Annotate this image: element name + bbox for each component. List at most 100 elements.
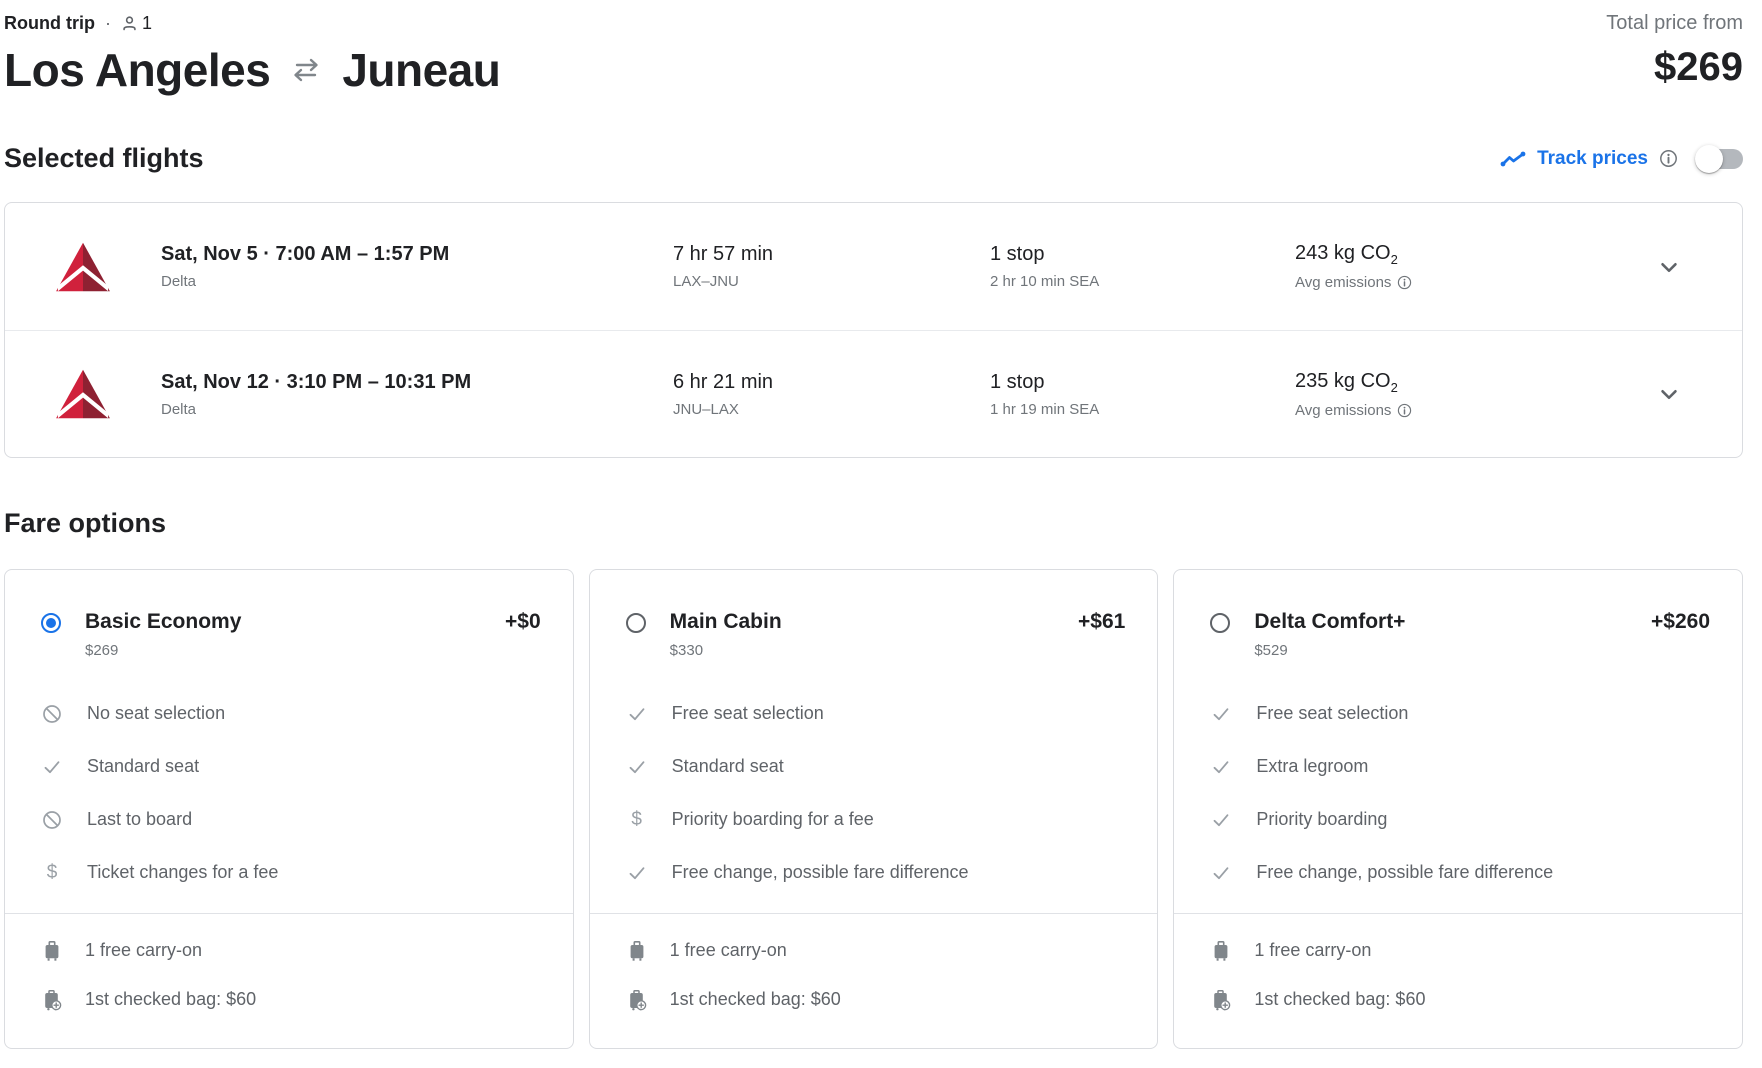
fare-options-heading: Fare options (4, 508, 167, 538)
delta-logo-icon (54, 368, 112, 420)
airline-logo-cell (5, 241, 161, 293)
fare-price: $529 (1254, 642, 1288, 659)
flight-route: JNU–LAX (673, 400, 739, 418)
expand-cell (1595, 374, 1742, 414)
destination-city: Juneau (342, 44, 501, 96)
baggage-section: 1 free carry-on 1st checked bag: $60 (5, 914, 573, 1024)
feature-row: Free change, possible fare difference (1210, 846, 1742, 899)
selected-flights-card: Sat, Nov 5 · 7:00 AM – 1:57 PM Delta 7 h… (4, 202, 1743, 458)
fare-radio-button[interactable] (1210, 613, 1231, 633)
check-icon (1210, 704, 1232, 724)
track-prices-controls: Track prices (1500, 144, 1743, 173)
duration-cell: 7 hr 57 min LAX–JNU (673, 243, 990, 290)
track-prices-info-icon[interactable] (1659, 149, 1678, 168)
fare-price: $330 (669, 642, 704, 659)
fare-cards: Basic Economy $269 +$0 No seat selection… (4, 569, 1744, 1049)
expand-cell (1595, 247, 1742, 287)
emissions-note: Avg emissions (1295, 274, 1595, 291)
fare-card-basic-economy[interactable]: Basic Economy $269 +$0 No seat selection… (4, 569, 574, 1049)
swap-icon (288, 57, 324, 83)
trip-meta: Round trip · 1 (4, 10, 500, 34)
expand-flight-button[interactable] (1649, 247, 1689, 287)
selected-flights-header: Selected flights Track prices (4, 143, 1743, 174)
not-included-icon (41, 704, 63, 724)
feature-row: $ Ticket changes for a fee (41, 846, 573, 899)
track-prices-toggle[interactable] (1695, 144, 1743, 173)
check-icon (1210, 810, 1232, 830)
flight-row-outbound[interactable]: Sat, Nov 5 · 7:00 AM – 1:57 PM Delta 7 h… (5, 203, 1742, 330)
trip-type-label: Round trip (4, 13, 95, 33)
header: Round trip · 1 Los Angeles Juneau Total … (4, 10, 1743, 97)
feature-row: Standard seat (626, 740, 1158, 793)
flight-datetime: Sat, Nov 12 · 3:10 PM – 10:31 PM (161, 370, 472, 393)
track-prices-label[interactable]: Track prices (1537, 148, 1648, 170)
flight-info-cell: Sat, Nov 12 · 3:10 PM – 10:31 PM Delta (161, 371, 673, 418)
fare-card-delta-comfort-plus[interactable]: Delta Comfort+ $529 +$260 Free seat sele… (1173, 569, 1744, 1049)
fare-price-delta: +$260 (1651, 610, 1711, 633)
flight-duration: 7 hr 57 min (673, 243, 774, 265)
flight-info-cell: Sat, Nov 5 · 7:00 AM – 1:57 PM Delta (161, 243, 673, 290)
baggage-section: 1 free carry-on 1st checked bag: $60 (590, 914, 1158, 1024)
total-price-label: Total price from (1606, 12, 1743, 34)
baggage-row: 1 free carry-on (41, 926, 573, 975)
stop-detail: 1 hr 19 min SEA (990, 400, 1100, 418)
header-left: Round trip · 1 Los Angeles Juneau (4, 10, 501, 97)
flight-row-return[interactable]: Sat, Nov 12 · 3:10 PM – 10:31 PM Delta 6… (5, 330, 1742, 457)
person-icon (121, 15, 138, 32)
check-icon (626, 757, 648, 777)
fare-features: No seat selection Standard seat Last to … (5, 687, 573, 899)
carry-on-bag-icon (41, 940, 63, 962)
stops-count: 1 stop (990, 243, 1045, 265)
check-icon (626, 704, 648, 724)
fare-name: Basic Economy (85, 610, 242, 633)
flight-datetime: Sat, Nov 5 · 7:00 AM – 1:57 PM (161, 243, 450, 265)
stops-cell: 1 stop 2 hr 10 min SEA (990, 243, 1295, 290)
emissions-value: 235 kg CO2 (1295, 369, 1398, 395)
airline-name: Delta (161, 273, 197, 290)
fare-card-header: Delta Comfort+ $529 +$260 (1174, 610, 1742, 659)
feature-row: $ Priority boarding for a fee (626, 793, 1158, 846)
feature-row: Free seat selection (626, 687, 1158, 740)
check-icon (41, 757, 63, 777)
feature-row: Last to board (41, 793, 573, 846)
fare-price-delta: +$61 (1078, 610, 1126, 633)
check-icon (1210, 757, 1232, 777)
stops-cell: 1 stop 1 hr 19 min SEA (990, 371, 1295, 418)
dollar-icon: $ (631, 808, 642, 830)
emissions-cell: 235 kg CO2 Avg emissions (1295, 370, 1595, 419)
emissions-info-icon[interactable] (1397, 275, 1412, 290)
chevron-down-icon (1655, 253, 1683, 281)
total-price-block: Total price from $269 (1606, 10, 1743, 90)
baggage-row: 1st checked bag: $60 (626, 975, 1158, 1024)
fare-features: Free seat selection Standard seat $ Prio… (590, 687, 1158, 899)
feature-row: No seat selection (41, 687, 573, 740)
not-included-icon (41, 810, 63, 830)
fare-radio-button[interactable] (41, 613, 61, 633)
delta-logo-icon (54, 241, 112, 293)
feature-row: Free seat selection (1210, 687, 1742, 740)
fare-radio-button[interactable] (625, 613, 646, 633)
passenger-count-value: 1 (141, 13, 152, 33)
airline-name: Delta (161, 400, 197, 418)
separator-dot: · (104, 13, 111, 33)
emissions-cell: 243 kg CO2 Avg emissions (1295, 242, 1595, 291)
checked-bag-add-icon (1210, 989, 1232, 1011)
expand-flight-button[interactable] (1649, 374, 1689, 414)
baggage-row: 1 free carry-on (1210, 926, 1742, 975)
duration-cell: 6 hr 21 min JNU–LAX (673, 371, 990, 418)
selected-flights-heading: Selected flights (4, 143, 204, 173)
carry-on-bag-icon (1210, 940, 1232, 962)
fare-titles: Delta Comfort+ $529 (1254, 610, 1651, 659)
baggage-row: 1st checked bag: $60 (1210, 975, 1742, 1024)
fare-titles: Basic Economy $269 (85, 610, 505, 659)
fare-price: $269 (85, 642, 119, 659)
flight-details-page: Round trip · 1 Los Angeles Juneau Total … (0, 0, 1762, 1049)
price-graph-icon (1500, 151, 1526, 167)
fare-price-delta: +$0 (505, 610, 541, 633)
carry-on-bag-icon (626, 940, 648, 962)
fare-card-main-cabin[interactable]: Main Cabin $330 +$61 Free seat selection… (588, 569, 1159, 1049)
stops-count: 1 stop (990, 370, 1045, 393)
emissions-info-icon[interactable] (1397, 403, 1412, 418)
flight-route: LAX–JNU (673, 273, 739, 290)
toggle-knob (1695, 144, 1723, 173)
